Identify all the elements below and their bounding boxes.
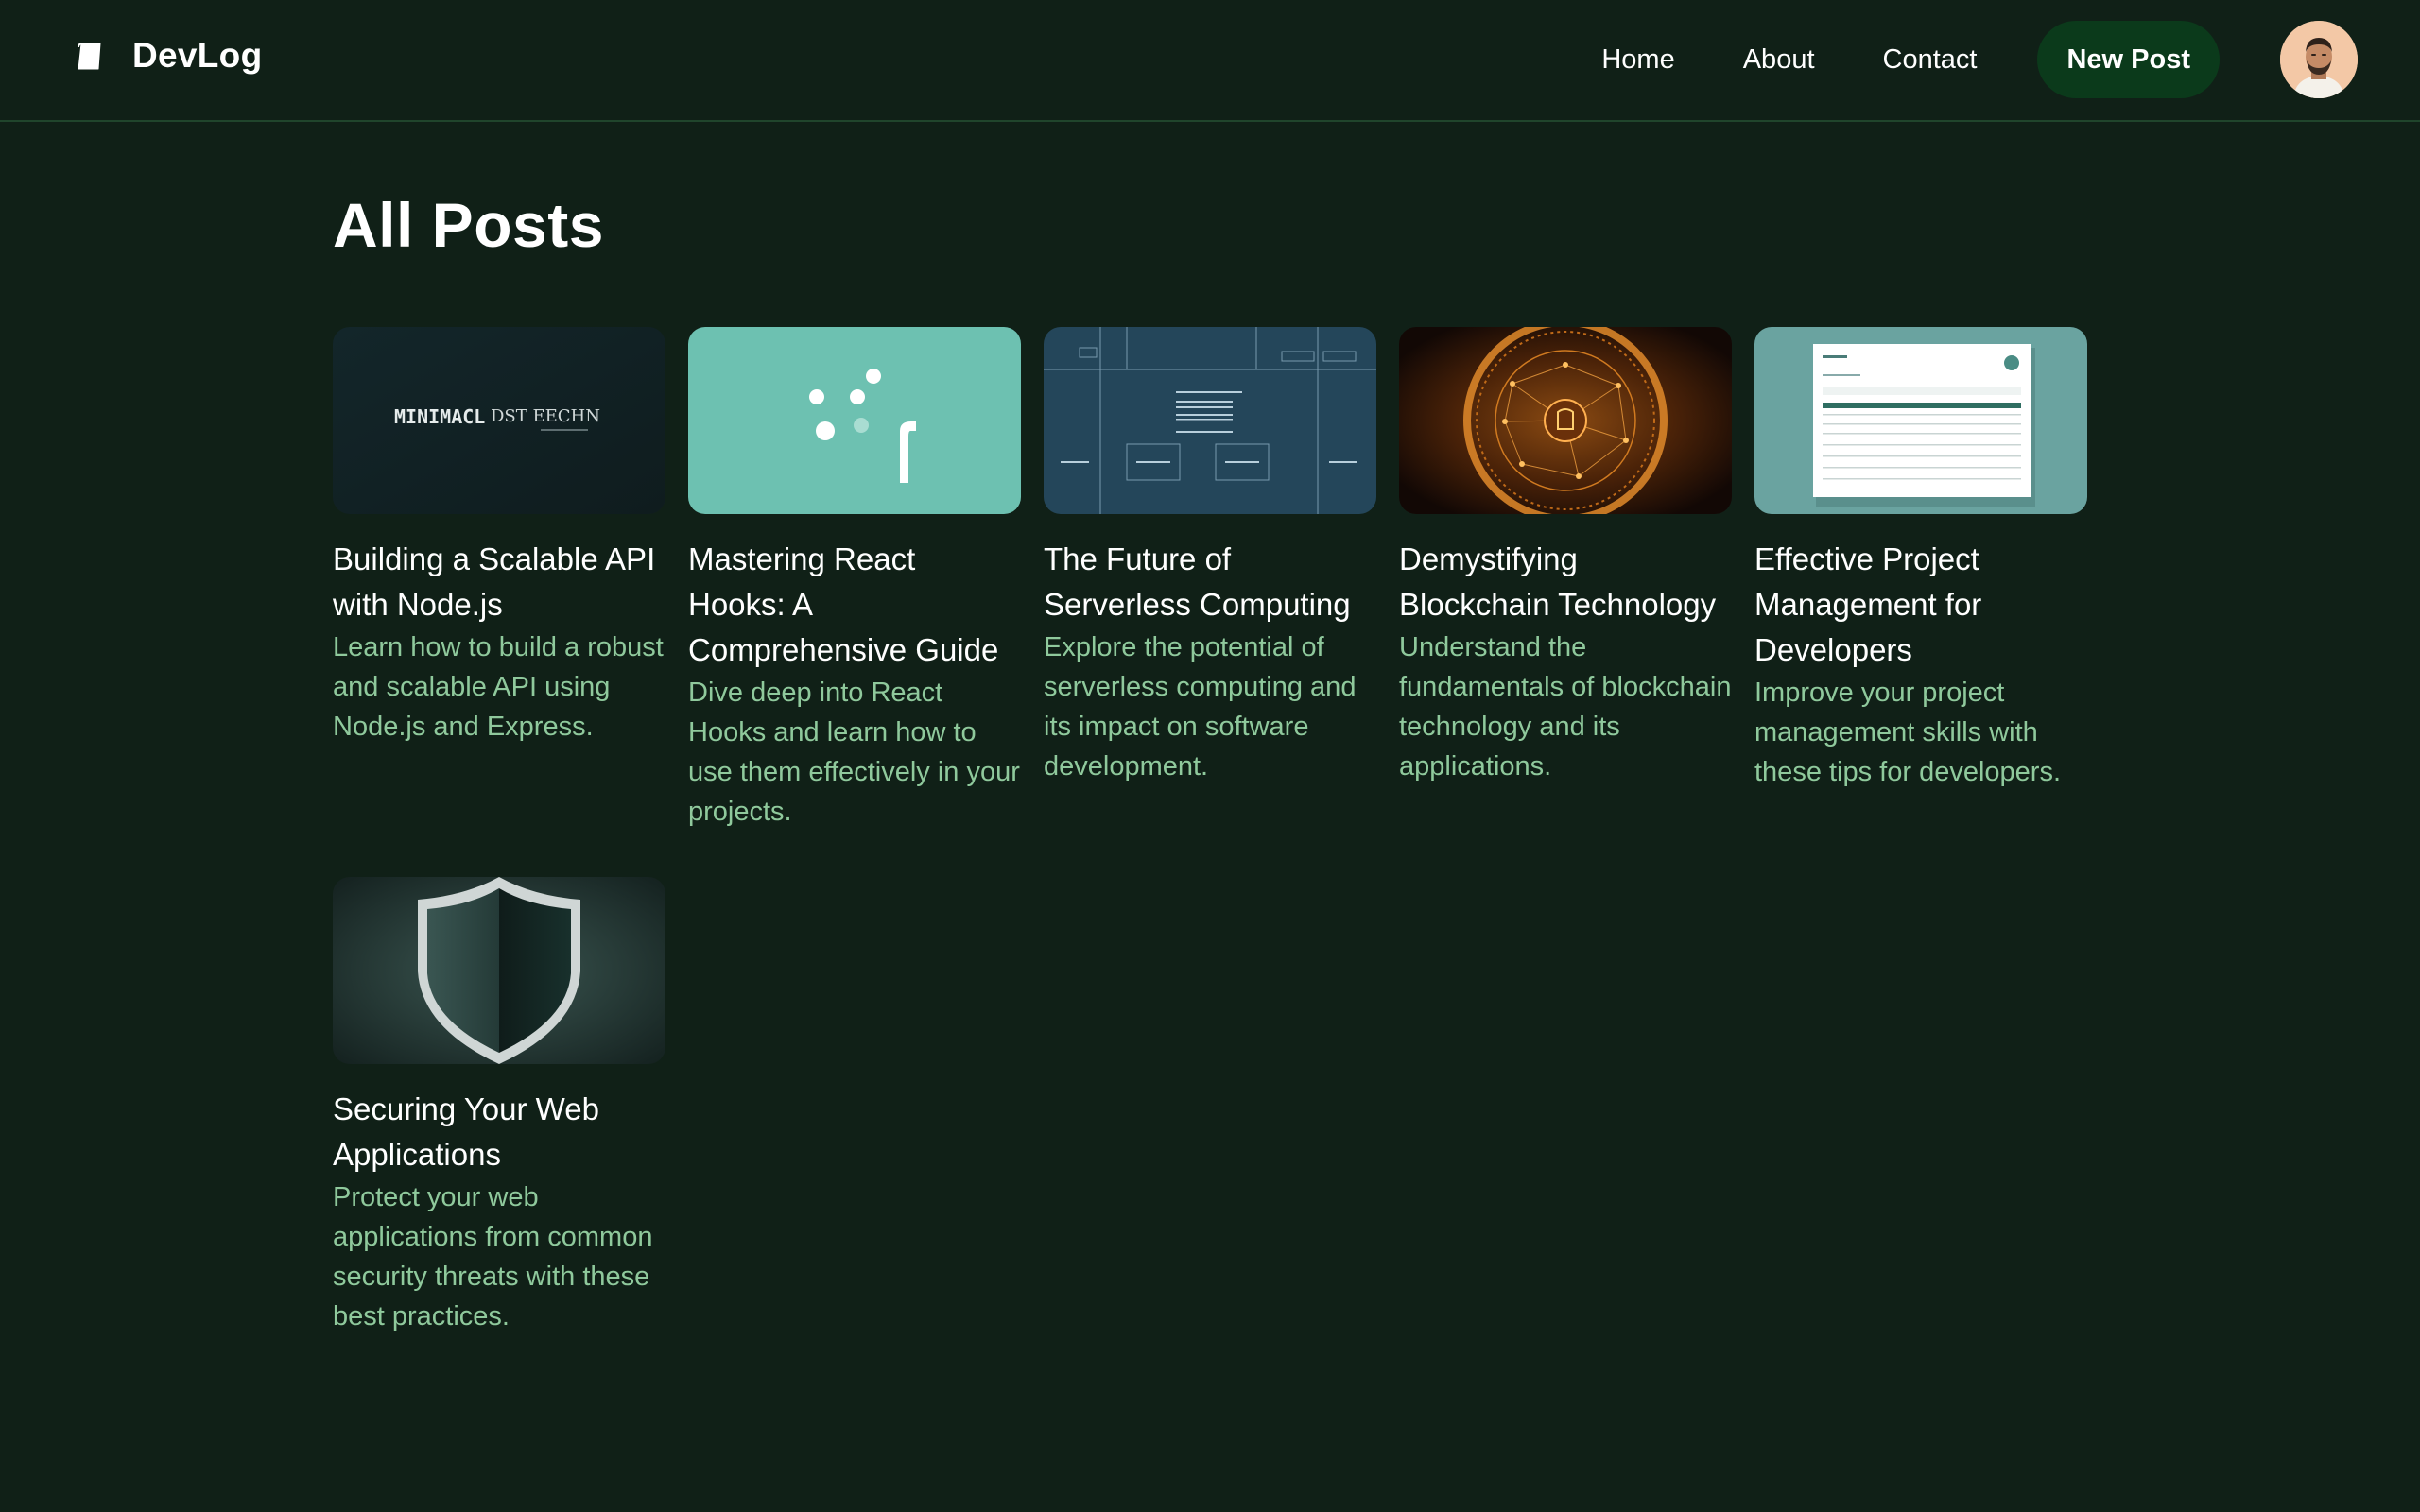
post-card[interactable]: Demystifying Blockchain Technology Under… [1399,327,1732,786]
post-title[interactable]: Demystifying Blockchain Technology [1399,537,1732,627]
post-thumbnail-image [1399,327,1732,514]
nav-home-link[interactable]: Home [1601,44,1674,76]
post-title[interactable]: Effective Project Management for Develop… [1754,537,2087,673]
post-card[interactable]: The Future of Serverless Computing Explo… [1044,327,1376,786]
post-description: Protect your web applications from commo… [333,1182,653,1332]
post-title[interactable]: Securing Your Web Applications [333,1087,666,1177]
page-title: All Posts [333,190,604,260]
nav-about-link[interactable]: About [1743,44,1815,76]
post-description: Understand the fundamentals of blockchai… [1399,632,1732,782]
post-description: Dive deep into React Hooks and learn how… [688,678,1020,827]
post-thumbnail-image [688,327,1021,514]
brand[interactable]: DevLog [78,36,262,76]
post-thumbnail-image [1754,327,2087,514]
post-thumbnail-image [1044,327,1376,514]
new-post-button[interactable]: New Post [2037,21,2220,98]
post-thumbnail-image: MINIMACL DST EECHN [333,327,666,514]
post-card[interactable]: Mastering React Hooks: A Comprehensive G… [688,327,1021,832]
nav-contact-link[interactable]: Contact [1883,44,1978,76]
post-title[interactable]: The Future of Serverless Computing [1044,537,1376,627]
book-icon [78,42,101,69]
post-title[interactable]: Building a Scalable API with Node.js [333,537,666,627]
post-description: Learn how to build a robust and scalable… [333,632,664,742]
post-description: Explore the potential of serverless comp… [1044,632,1357,782]
post-title[interactable]: Mastering React Hooks: A Comprehensive G… [688,537,1021,673]
post-card[interactable]: Securing Your Web Applications Protect y… [333,877,666,1336]
top-nav-bar: DevLog Home About Contact New Post [0,0,2420,122]
thumb-text: DST EECHN [491,406,600,426]
post-card[interactable]: MINIMACL DST EECHN Building a Scalable A… [333,327,666,747]
post-card[interactable]: Effective Project Management for Develop… [1754,327,2087,792]
post-description: Improve your project management skills w… [1754,678,2062,787]
post-thumbnail-image [333,877,666,1064]
main-nav: Home About Contact New Post [1601,21,2358,98]
thumb-text: MINIMACL [394,405,485,428]
brand-name: DevLog [132,36,263,75]
user-avatar[interactable] [2280,21,2358,98]
